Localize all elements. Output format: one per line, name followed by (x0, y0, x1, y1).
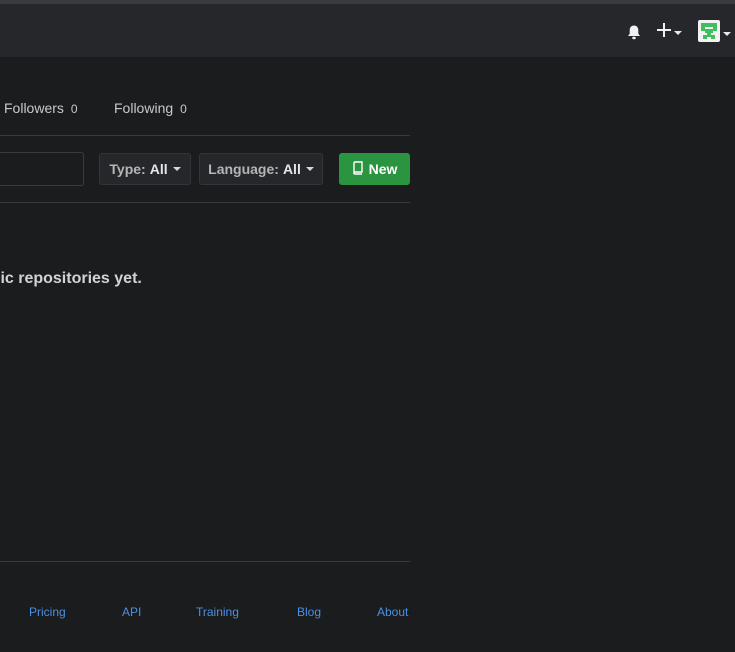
footer-link-api[interactable]: API (122, 605, 141, 619)
chevron-down-icon (172, 167, 181, 171)
footer-divider (0, 561, 410, 562)
footer-link-pricing[interactable]: Pricing (29, 605, 66, 619)
following-count: 0 (180, 102, 187, 116)
followers-label: Followers (4, 100, 64, 116)
top-header (0, 4, 735, 58)
footer-link-about[interactable]: About (377, 605, 408, 619)
footer-link-blog[interactable]: Blog (297, 605, 321, 619)
bell-icon[interactable] (626, 24, 642, 41)
language-filter-button[interactable]: Language: All (199, 153, 323, 185)
chevron-down-icon (723, 31, 731, 36)
language-filter-label: Language: (208, 161, 279, 177)
profile-nav: Followers 0 Following 0 (0, 92, 410, 122)
type-filter-button[interactable]: Type: All (99, 153, 191, 185)
type-filter-label: Type: (109, 161, 146, 177)
following-tab[interactable]: Following 0 (114, 100, 187, 116)
language-filter-value: All (282, 161, 301, 177)
empty-repositories-message: lic repositories yet. (0, 270, 142, 287)
followers-tab[interactable]: Followers 0 (4, 100, 78, 116)
avatar (698, 20, 720, 47)
create-new-dropdown[interactable] (657, 23, 682, 42)
chevron-down-icon (674, 30, 682, 35)
repo-book-icon (352, 160, 364, 178)
type-filter-value: All (149, 161, 168, 177)
chevron-down-icon (305, 167, 314, 171)
new-repo-label: New (368, 161, 398, 177)
following-label: Following (114, 100, 174, 116)
divider (0, 135, 410, 136)
user-menu-dropdown[interactable] (698, 20, 731, 47)
divider (0, 202, 410, 203)
repo-search-input[interactable] (0, 152, 84, 186)
footer-link-training[interactable]: Training (196, 605, 239, 619)
new-repo-button[interactable]: New (339, 153, 410, 185)
followers-count: 0 (70, 102, 78, 116)
plus-icon (657, 23, 671, 42)
